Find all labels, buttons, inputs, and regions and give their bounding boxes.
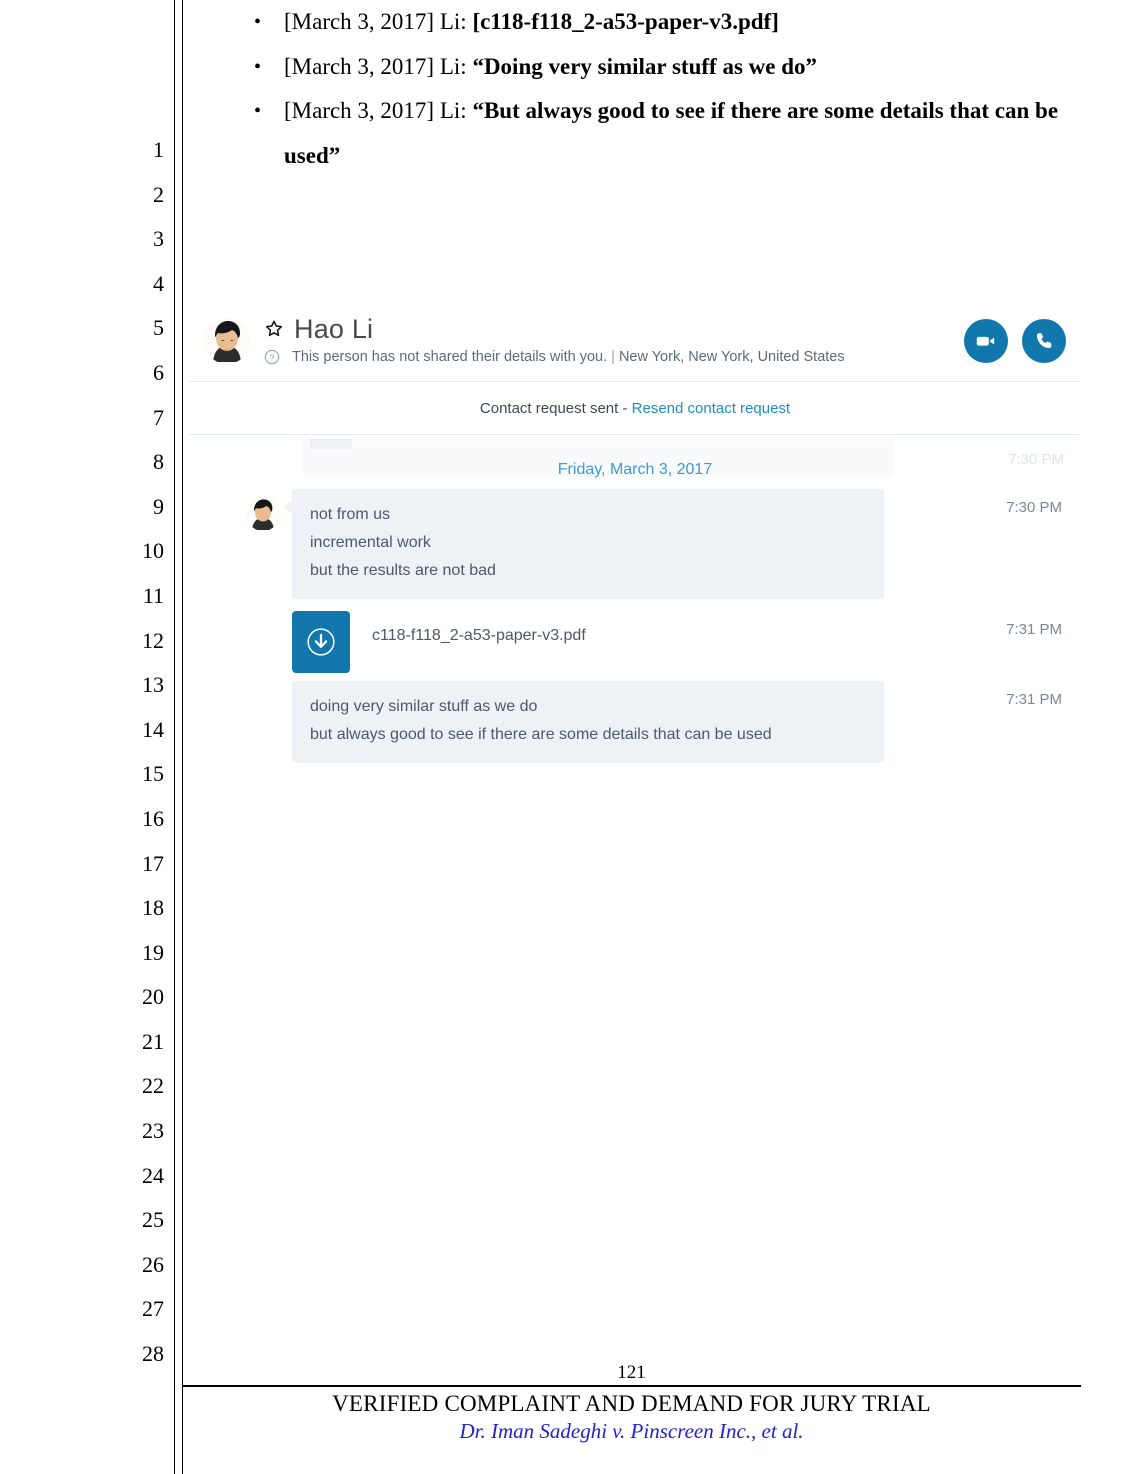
attachment-file-name[interactable]: c118-f118_2-a53-paper-v3.pdf (372, 627, 586, 645)
line-number: 24 (142, 1162, 164, 1188)
contact-name: Hao Li (294, 313, 374, 344)
top-bullet-list: [March 3, 2017] Li: [c118-f118_2-a53-pap… (196, 0, 1076, 178)
pleading-rule-inner (182, 0, 183, 1474)
detail-divider: | (611, 349, 615, 365)
contact-details-row: ? This person has not shared their detai… (264, 347, 964, 367)
line-number: 20 (142, 984, 164, 1010)
line-number: 10 (142, 538, 164, 564)
line-number: 21 (142, 1028, 164, 1054)
attachment-timestamp: 7:31 PM (1006, 621, 1062, 638)
voice-call-button[interactable] (1022, 318, 1066, 363)
attachment-row: c118-f118_2-a53-paper-v3.pdf 7:31 PM (190, 599, 1080, 673)
line-number: 9 (153, 493, 164, 519)
line-number: 23 (142, 1118, 164, 1144)
line-number: 12 (142, 627, 164, 653)
line-number: 8 (153, 449, 164, 475)
case-caption: Dr. Iman Sadeghi v. Pinscreen Inc., et a… (459, 1419, 804, 1443)
message-list: 7:30 PM Friday, March 3, 2017 not from u… (190, 435, 1080, 763)
contact-name-row: Hao Li (264, 314, 964, 344)
bullet-emphasis: “Doing very similar stuff as we do” (472, 53, 817, 79)
bullet-prefix: [March 3, 2017] Li: (284, 98, 473, 124)
line-number: 15 (142, 761, 164, 787)
list-item: [March 3, 2017] Li: “But always good to … (196, 89, 1076, 178)
line-number: 13 (142, 672, 164, 698)
line-number: 28 (142, 1341, 164, 1367)
download-arrow-icon[interactable] (292, 611, 350, 673)
line-number: 22 (142, 1073, 164, 1099)
message-row: not from us incremental work but the res… (190, 481, 1080, 599)
line-number: 3 (153, 226, 164, 252)
star-icon[interactable] (264, 319, 284, 339)
line-number: 19 (142, 939, 164, 965)
conversation-header: Hao Li ? This person has not shared thei… (190, 306, 1080, 382)
contact-details-text: This person has not shared their details… (292, 349, 845, 365)
previous-message-faded: 7:30 PM Friday, March 3, 2017 (190, 439, 1080, 481)
line-number: 17 (142, 850, 164, 876)
contact-request-text: Contact request sent - (479, 400, 632, 417)
message-line: not from us (310, 506, 391, 523)
line-number: 18 (142, 895, 164, 921)
message-timestamp: 7:30 PM (1006, 499, 1062, 516)
line-number: 11 (142, 582, 164, 608)
message-row: doing very similar stuff as we do but al… (190, 673, 1080, 763)
privacy-note: This person has not shared their details… (292, 349, 608, 365)
list-item: [March 3, 2017] Li: [c118-f118_2-a53-pap… (196, 0, 1076, 45)
line-number: 7 (153, 404, 164, 430)
line-number: 25 (142, 1207, 164, 1233)
question-circle-icon[interactable]: ? (264, 349, 280, 365)
page-footer: 121 VERIFIED COMPLAINT AND DEMAND FOR JU… (182, 1363, 1081, 1444)
header-text-block: Hao Li ? This person has not shared thei… (264, 314, 964, 367)
skype-conversation-screenshot: Hao Li ? This person has not shared thei… (190, 306, 1080, 763)
line-number: 16 (142, 805, 164, 831)
list-item: [March 3, 2017] Li: “Doing very similar … (196, 45, 1076, 90)
line-number: 6 (153, 359, 164, 385)
bullet-prefix: [March 3, 2017] Li: (284, 9, 473, 34)
line-number: 26 (142, 1251, 164, 1277)
message-bubble: not from us incremental work but the res… (284, 489, 884, 599)
message-line: but always good to see if there are some… (310, 726, 772, 743)
avatar (204, 317, 250, 364)
line-number: 5 (153, 315, 164, 341)
resend-contact-request-link[interactable]: Resend contact request (632, 400, 790, 417)
line-number: 27 (142, 1296, 164, 1322)
page-number: 121 (617, 1362, 646, 1383)
header-actions (964, 318, 1080, 363)
contact-location: New York, New York, United States (618, 349, 845, 365)
message-avatar (246, 497, 280, 531)
bullet-emphasis: [c118-f118_2-a53-paper-v3.pdf] (472, 9, 779, 34)
pleading-rule-outer (174, 0, 175, 1474)
message-line: but the results are not bad (310, 562, 496, 579)
line-number: 1 (153, 137, 164, 162)
contact-request-row: Contact request sent - Resend contact re… (190, 382, 1080, 435)
video-call-button[interactable] (964, 318, 1008, 363)
bullet-prefix: [March 3, 2017] Li: (284, 53, 473, 79)
message-line: incremental work (310, 534, 431, 551)
message-line: doing very similar stuff as we do (310, 698, 538, 715)
svg-text:?: ? (270, 352, 275, 362)
line-number-column: 1 2 3 4 5 6 7 8 9 10 11 12 13 14 15 16 17 18 19 20 21 22 23 24 2… (120, 128, 164, 1377)
message-timestamp: 7:31 PM (1006, 691, 1062, 708)
line-number: 2 (153, 181, 164, 207)
line-number: 14 (142, 716, 164, 742)
footer-divider (182, 1385, 1081, 1387)
footer-title: VERIFIED COMPLAINT AND DEMAND FOR JURY T… (332, 1391, 931, 1416)
line-number: 4 (153, 270, 164, 296)
date-separator: Friday, March 3, 2017 (557, 461, 713, 478)
message-bubble: doing very similar stuff as we do but al… (292, 681, 884, 763)
